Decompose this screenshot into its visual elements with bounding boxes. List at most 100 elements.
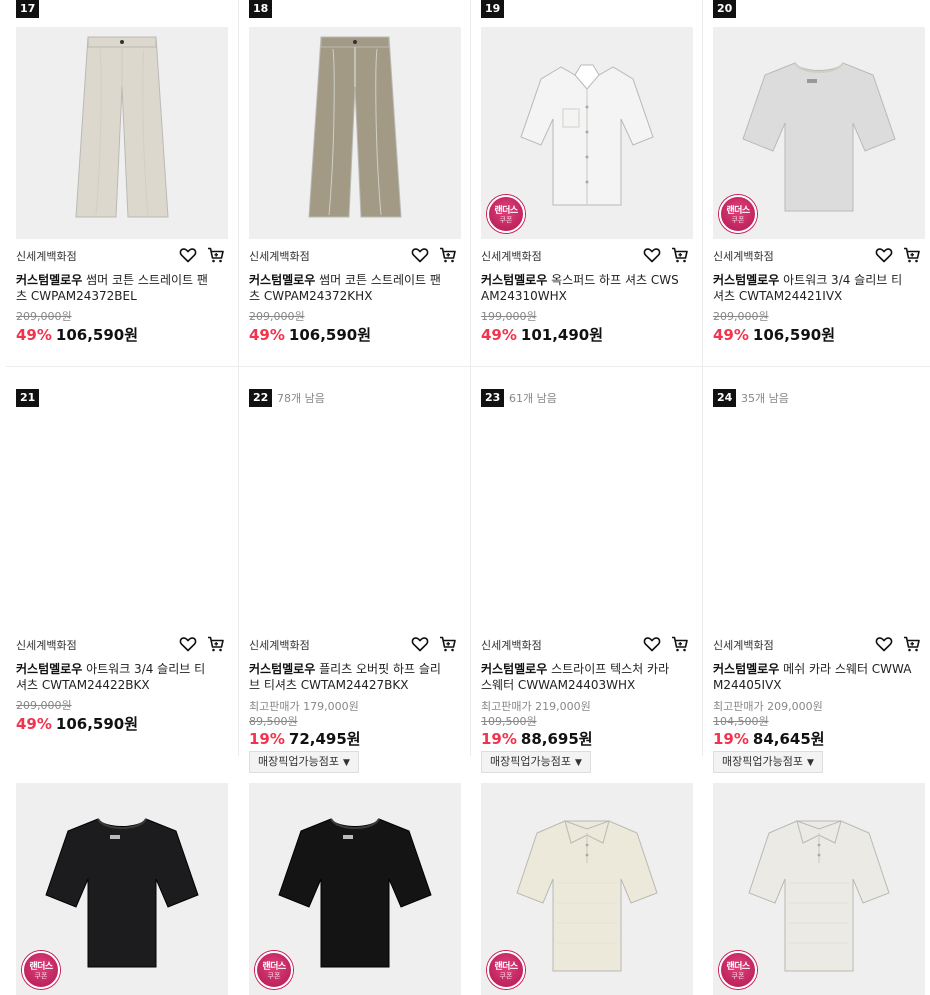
stock-remaining: 35개 남음 [741, 392, 789, 405]
rank-badge: 21 [16, 389, 40, 407]
brand-name: 커스텀멜로우 [16, 273, 83, 287]
sale-price: 49% 106,590원 [16, 713, 138, 734]
discount-rate: 49% [249, 326, 285, 344]
product-title[interactable]: 커스텀멜로우 메쉬 카라 스웨터 CWWAM24405IVX [713, 661, 913, 693]
discount-rate: 49% [16, 715, 52, 733]
heart-icon[interactable] [410, 245, 430, 265]
discount-rate: 49% [713, 326, 749, 344]
sale-price: 19% 72,495원 [249, 728, 361, 749]
original-price: 209,000원 [713, 310, 769, 323]
cart-icon[interactable] [206, 634, 226, 654]
store-pickup-dropdown[interactable]: 매장픽업가능점포 ▼ [249, 751, 359, 773]
product-card-23[interactable]: 23 61개 남음 랜더스 쿠폰 신세계백화점 커스텀멜로우 스트라이프 텍스처… [470, 378, 702, 995]
product-card-18[interactable]: 18 랜더스 쿠폰 신세계백화점 커스텀멜로우 썸머 코튼 스트레이트 팬츠 C… [238, 0, 470, 378]
product-image[interactable]: 랜더스 쿠폰 [16, 783, 228, 995]
product-card-17[interactable]: 17 랜더스 쿠폰 신세계백화점 커스텀멜로우 썸머 코튼 스트레이트 팬츠 C… [6, 0, 238, 378]
product-title[interactable]: 커스텀멜로우 썸머 코튼 스트레이트 팬츠 CWPAM24372KHX [249, 272, 449, 304]
landers-coupon-badge: 랜더스 쿠폰 [719, 195, 757, 233]
discount-rate: 19% [249, 730, 285, 748]
product-card-22[interactable]: 22 78개 남음 랜더스 쿠폰 신세계백화점 커스텀멜로우 플리츠 오버핏 하… [238, 378, 470, 995]
product-title[interactable]: 커스텀멜로우 옥스퍼드 하프 셔츠 CWSAM24310WHX [481, 272, 681, 304]
heart-icon[interactable] [874, 634, 894, 654]
store-pickup-dropdown[interactable]: 매장픽업가능점포 ▼ [713, 751, 823, 773]
max-sale-price: 최고판매가 209,000원 [713, 700, 823, 713]
discount-rate: 49% [16, 326, 52, 344]
rank-badge: 24 [713, 389, 737, 407]
brand-name: 커스텀멜로우 [713, 662, 780, 676]
landers-coupon-badge: 랜더스 쿠폰 [22, 951, 60, 989]
pickup-label: 매장픽업가능점포 [722, 755, 803, 768]
pants-icon [75, 36, 169, 218]
product-image[interactable]: 랜더스 쿠폰 [713, 27, 925, 239]
store-name: 신세계백화점 [249, 639, 310, 652]
brand-name: 커스텀멜로우 [481, 662, 548, 676]
product-card-19[interactable]: 19 랜더스 쿠폰 신세계백화점 커스텀멜로우 옥스퍼드 하프 셔츠 CWSAM… [470, 0, 702, 378]
landers-coupon-badge: 랜더스 쿠폰 [255, 951, 293, 989]
sale-price: 19% 88,695원 [481, 728, 593, 749]
pickup-label: 매장픽업가능점포 [490, 755, 571, 768]
row-divider [6, 366, 930, 367]
cart-icon[interactable] [206, 245, 226, 265]
product-card-20[interactable]: 20 랜더스 쿠폰 신세계백화점 커스텀멜로우 아트워크 3/4 슬리브 티셔츠… [702, 0, 930, 378]
rank-badge: 20 [713, 0, 737, 18]
original-price: 109,500원 [481, 715, 537, 728]
product-title[interactable]: 커스텀멜로우 플리츠 오버핏 하프 슬리브 티셔츠 CWTAM24427BKX [249, 661, 449, 693]
original-price: 209,000원 [16, 310, 72, 323]
product-title[interactable]: 커스텀멜로우 아트워크 3/4 슬리브 티셔츠 CWTAM24421IVX [713, 272, 913, 304]
heart-icon[interactable] [642, 245, 662, 265]
heart-icon[interactable] [642, 634, 662, 654]
product-image[interactable]: 랜더스 쿠폰 [481, 783, 693, 995]
sale-price: 49% 106,590원 [16, 324, 138, 345]
product-title[interactable]: 커스텀멜로우 스트라이프 텍스처 카라 스웨터 CWWAM24403WHX [481, 661, 681, 693]
store-pickup-dropdown[interactable]: 매장픽업가능점포 ▼ [481, 751, 591, 773]
discount-rate: 49% [481, 326, 517, 344]
store-name: 신세계백화점 [249, 250, 310, 263]
stock-remaining: 78개 남음 [277, 392, 325, 405]
product-image[interactable]: 랜더스 쿠폰 [249, 27, 461, 239]
brand-name: 커스텀멜로우 [481, 273, 548, 287]
heart-icon[interactable] [874, 245, 894, 265]
heart-icon[interactable] [178, 634, 198, 654]
rank-badge: 19 [481, 0, 505, 18]
caret-down-icon: ▼ [806, 758, 814, 768]
cart-icon[interactable] [902, 634, 922, 654]
product-title[interactable]: 커스텀멜로우 아트워크 3/4 슬리브 티셔츠 CWTAM24422BKX [16, 661, 216, 693]
cart-icon[interactable] [438, 634, 458, 654]
product-title[interactable]: 커스텀멜로우 썸머 코튼 스트레이트 팬츠 CWPAM24372BEL [16, 272, 216, 304]
stock-remaining: 61개 남음 [509, 392, 557, 405]
cart-icon[interactable] [670, 245, 690, 265]
product-image[interactable]: 랜더스 쿠폰 [16, 27, 228, 239]
store-name: 신세계백화점 [481, 250, 542, 263]
cart-icon[interactable] [902, 245, 922, 265]
max-sale-price: 최고판매가 179,000원 [249, 700, 359, 713]
product-image[interactable]: 랜더스 쿠폰 [713, 783, 925, 995]
discount-rate: 19% [481, 730, 517, 748]
landers-coupon-badge: 랜더스 쿠폰 [487, 195, 525, 233]
store-name: 신세계백화점 [713, 639, 774, 652]
store-name: 신세계백화점 [481, 639, 542, 652]
sale-price: 19% 84,645원 [713, 728, 825, 749]
original-price: 209,000원 [16, 699, 72, 712]
discount-rate: 19% [713, 730, 749, 748]
product-card-24[interactable]: 24 35개 남음 랜더스 쿠폰 신세계백화점 커스텀멜로우 메쉬 카라 스웨터… [702, 378, 930, 995]
product-image[interactable]: 랜더스 쿠폰 [249, 783, 461, 995]
price-amount: 106,590원 [55, 326, 139, 344]
cart-icon[interactable] [438, 245, 458, 265]
heart-icon[interactable] [410, 634, 430, 654]
product-image[interactable]: 랜더스 쿠폰 [481, 27, 693, 239]
original-price: 89,500원 [249, 715, 298, 728]
product-card-21[interactable]: 21 랜더스 쿠폰 신세계백화점 커스텀멜로우 아트워크 3/4 슬리브 티셔츠… [6, 378, 238, 995]
landers-coupon-badge: 랜더스 쿠폰 [719, 951, 757, 989]
sale-price: 49% 106,590원 [713, 324, 835, 345]
brand-name: 커스텀멜로우 [16, 662, 83, 676]
price-amount: 106,590원 [55, 715, 139, 733]
store-name: 신세계백화점 [16, 250, 77, 263]
price-amount: 72,495원 [288, 730, 361, 748]
store-name: 신세계백화점 [16, 639, 77, 652]
brand-name: 커스텀멜로우 [249, 273, 316, 287]
original-price: 209,000원 [249, 310, 305, 323]
original-price: 104,500원 [713, 715, 769, 728]
landers-coupon-badge: 랜더스 쿠폰 [487, 951, 525, 989]
heart-icon[interactable] [178, 245, 198, 265]
cart-icon[interactable] [670, 634, 690, 654]
